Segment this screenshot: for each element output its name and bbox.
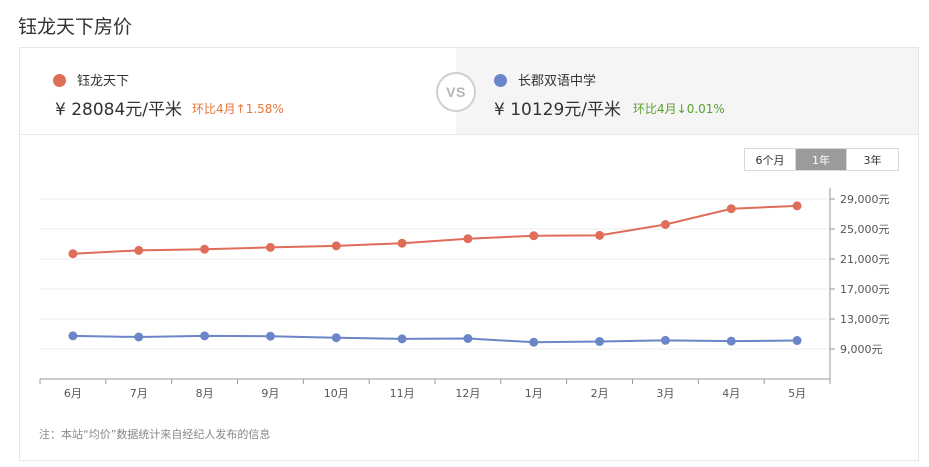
y-tick-label: 29,000元	[840, 193, 890, 206]
data-point	[134, 332, 144, 342]
x-tick-label: 12月	[455, 387, 480, 400]
x-tick-label: 2月	[591, 387, 609, 400]
x-tick-label: 6月	[64, 387, 82, 400]
x-tick-label: 4月	[722, 387, 740, 400]
data-point	[331, 241, 341, 251]
x-tick-label: 10月	[324, 387, 349, 400]
price-compare-card: 钰龙天下 ¥ 28084元/平米 环比4月↑1.58% 长郡双语中学 ¥ 101…	[19, 47, 919, 461]
data-point	[265, 331, 275, 341]
data-point	[463, 334, 473, 343]
x-tick-label: 9月	[261, 387, 279, 400]
data-point	[660, 335, 670, 345]
data-point	[595, 230, 605, 240]
data-point	[463, 234, 473, 244]
data-point	[200, 331, 210, 341]
data-point	[134, 245, 144, 255]
data-point	[792, 201, 802, 211]
data-point	[68, 331, 78, 341]
data-point	[200, 244, 210, 254]
x-tick-label: 7月	[130, 387, 148, 400]
x-tick-label: 8月	[196, 387, 214, 400]
data-point	[792, 336, 802, 346]
data-point	[331, 333, 341, 343]
data-point	[726, 336, 736, 346]
y-tick-label: 17,000元	[840, 283, 890, 296]
y-tick-label: 21,000元	[840, 253, 890, 266]
x-tick-label: 1月	[525, 387, 543, 400]
data-point	[265, 242, 275, 252]
data-point	[529, 337, 539, 347]
y-tick-label: 25,000元	[840, 223, 890, 236]
data-point	[397, 334, 407, 344]
data-point	[68, 249, 78, 259]
data-source-note: 注：本站“均价”数据统计来自经纪人发布的信息	[39, 428, 271, 441]
data-point	[595, 337, 605, 346]
series-line-1	[72, 334, 798, 344]
data-point	[726, 204, 736, 214]
data-point	[397, 238, 407, 248]
x-tick-label: 3月	[656, 387, 674, 400]
series-line-0	[72, 204, 798, 255]
x-tick-label: 11月	[390, 387, 415, 400]
page-title: 钰龙天下房价	[18, 16, 133, 38]
x-tick-label: 5月	[788, 387, 806, 400]
data-point	[660, 220, 670, 229]
y-tick-label: 9,000元	[840, 343, 883, 356]
data-point	[529, 231, 539, 241]
price-trend-chart: 29,000元 25,000元 21,000元 17,000元 13,000元 9,000…	[39, 188, 890, 400]
y-tick-label: 13,000元	[840, 313, 890, 326]
